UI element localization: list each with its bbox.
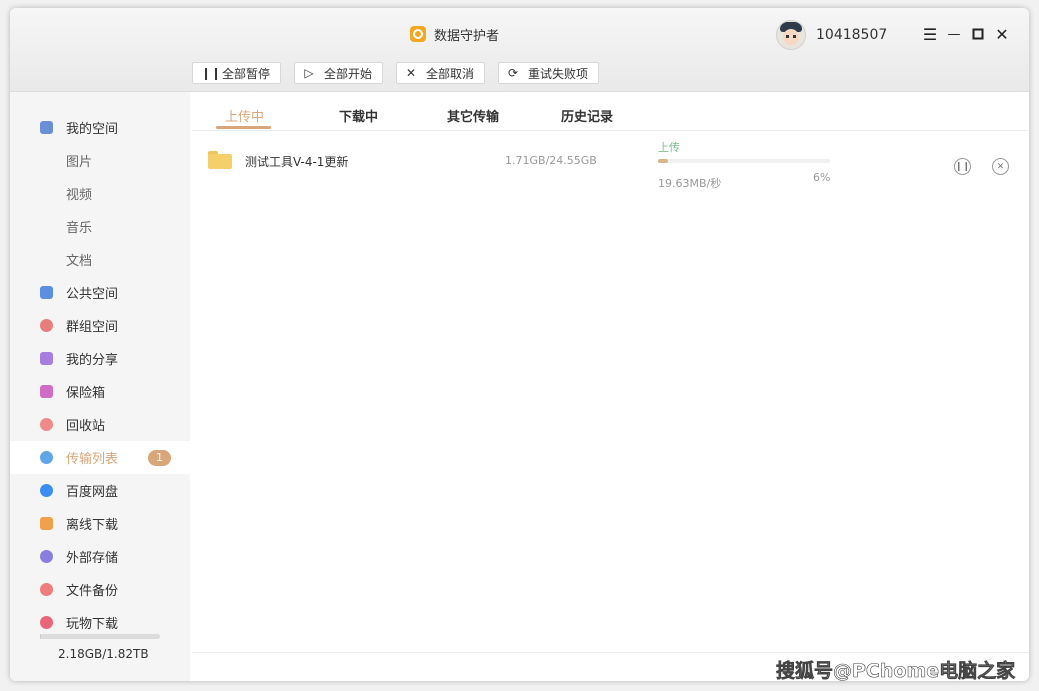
sidebar-item-recycle-bin[interactable]: 回收站 (10, 408, 190, 441)
file-size: 1.71GB/24.55GB (505, 154, 597, 167)
retry-icon: ⟳ (508, 66, 519, 80)
group-icon (40, 319, 53, 332)
tab-other-transfers[interactable]: 其它传输 (447, 106, 499, 125)
watermark: 搜狐号@PChome电脑之家 (776, 660, 1016, 683)
toolbar: ❙❙ 全部暂停 ▷ 全部开始 ✕ 全部取消 ⟳ 重试失败项 (192, 62, 600, 84)
sidebar-item-images[interactable]: 图片 (10, 144, 190, 177)
paper-plane-icon (40, 286, 53, 299)
cancel-all-button[interactable]: ✕ 全部取消 (396, 62, 486, 84)
sidebar: 我的空间 图片 视频 音乐 文档 公共空间 群组空间 我的分享 保险箱 回收站 … (10, 92, 190, 681)
user-info[interactable]: 10418507 (776, 20, 887, 50)
sidebar-item-group-space[interactable]: 群组空间 (10, 309, 190, 342)
trash-icon (40, 418, 53, 431)
pause-icon: ❙❙ (954, 161, 971, 172)
pause-all-button[interactable]: ❙❙ 全部暂停 (192, 62, 282, 84)
close-icon[interactable]: ✕ (990, 22, 1014, 46)
cloud-icon (40, 484, 53, 497)
sidebar-item-external-storage[interactable]: 外部存储 (10, 540, 190, 573)
tab-uploading[interactable]: 上传中 (225, 106, 264, 125)
pause-transfer-button[interactable]: ❙❙ (954, 158, 971, 175)
transfer-speed: 19.63MB/秒 (658, 177, 722, 190)
cancel-transfer-button[interactable]: ✕ (992, 158, 1009, 175)
app-title-group: 数据守护者 (410, 24, 499, 44)
file-name: 测试工具V-4-1更新 (245, 155, 349, 169)
sidebar-item-my-shares[interactable]: 我的分享 (10, 342, 190, 375)
tab-downloading[interactable]: 下载中 (339, 106, 378, 125)
title-bar: 数据守护者 10418507 ☰ — ✕ ❙❙ 全部暂停 ▷ 全部开始 ✕ 全部… (10, 8, 1029, 92)
user-id: 10418507 (816, 27, 888, 43)
sidebar-item-documents[interactable]: 文档 (10, 243, 190, 276)
transfer-tabs: 上传中 下载中 其它传输 历史记录 (192, 92, 1029, 131)
progress-bar (658, 159, 830, 163)
download-icon (40, 517, 53, 530)
menu-icon[interactable]: ☰ (918, 22, 942, 46)
footer-divider (192, 652, 1029, 653)
my-space-icon (40, 121, 53, 134)
progress-fill (658, 159, 669, 163)
sidebar-item-transfer-list[interactable]: 传输列表 1 (10, 441, 190, 474)
storage-usage-bar (40, 634, 160, 639)
cancel-icon: ✕ (406, 66, 417, 80)
app-title: 数据守护者 (434, 28, 500, 44)
avatar[interactable] (776, 20, 806, 50)
backup-icon (40, 583, 53, 596)
active-tab-indicator (216, 126, 271, 129)
maximize-icon[interactable] (966, 22, 990, 46)
usb-drive-icon (40, 550, 53, 563)
start-all-button[interactable]: ▷ 全部开始 (294, 62, 384, 84)
app-logo-icon (410, 26, 426, 42)
tab-history[interactable]: 历史记录 (561, 106, 613, 125)
play-icon: ▷ (304, 66, 314, 80)
sidebar-item-music[interactable]: 音乐 (10, 210, 190, 243)
sidebar-item-my-space[interactable]: 我的空间 (10, 111, 190, 144)
sidebar-item-public-space[interactable]: 公共空间 (10, 276, 190, 309)
minimize-icon[interactable]: — (942, 22, 966, 46)
window-controls: ☰ — ✕ (918, 22, 1014, 46)
pause-icon: ❙❙ (201, 66, 222, 80)
sidebar-item-offline-download[interactable]: 离线下载 (10, 507, 190, 540)
transfer-count-badge: 1 (148, 450, 171, 466)
retry-failed-button[interactable]: ⟳ 重试失败项 (498, 62, 600, 84)
close-icon: ✕ (996, 161, 1005, 172)
sidebar-item-safe-box[interactable]: 保险箱 (10, 375, 190, 408)
transfer-row[interactable]: 测试工具V-4-1更新 1.71GB/24.55GB 上传 19.63MB/秒 … (192, 131, 1029, 191)
transfer-percent: 6% (813, 171, 831, 184)
storage-usage-text: 2.18GB/1.82TB (58, 647, 149, 661)
share-icon (40, 352, 53, 365)
app-window: 数据守护者 10418507 ☰ — ✕ ❙❙ 全部暂停 ▷ 全部开始 ✕ 全部… (10, 8, 1029, 681)
transfer-status: 上传 (658, 141, 680, 154)
folder-icon (208, 151, 232, 169)
safe-box-icon (40, 385, 53, 398)
sidebar-item-videos[interactable]: 视频 (10, 177, 190, 210)
transfer-icon (40, 451, 53, 464)
sidebar-item-file-backup[interactable]: 文件备份 (10, 573, 190, 606)
sidebar-item-baidu-netdisk[interactable]: 百度网盘 (10, 474, 190, 507)
wanwu-icon (40, 616, 53, 629)
